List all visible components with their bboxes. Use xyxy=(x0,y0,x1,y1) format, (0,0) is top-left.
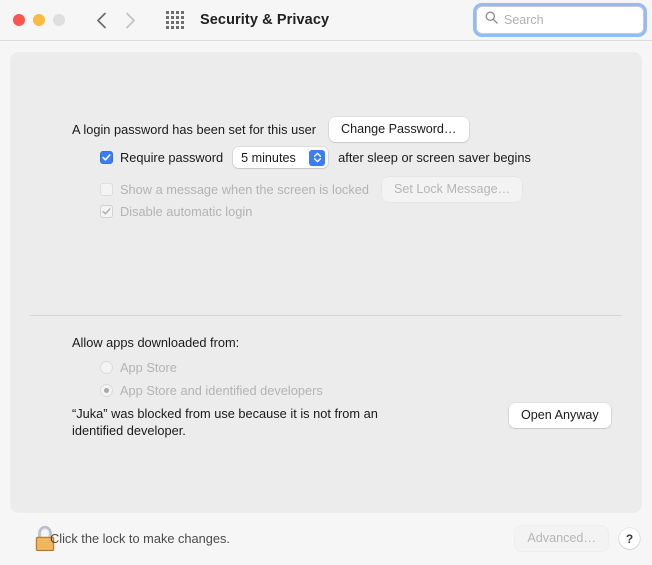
traffic-light-group xyxy=(13,14,65,26)
zoom-window-button xyxy=(53,14,65,26)
app-store-radio-label: App Store xyxy=(120,360,177,375)
require-password-delay-select[interactable]: 5 minutes xyxy=(233,147,328,168)
advanced-button: Advanced… xyxy=(515,526,608,551)
page-title: Security & Privacy xyxy=(200,12,329,28)
gatekeeper-option-app-store-row: App Store xyxy=(100,360,177,375)
login-password-row: A login password has been set for this u… xyxy=(72,117,469,142)
set-lock-message-button: Set Lock Message… xyxy=(382,177,522,202)
change-password-button[interactable]: Change Password… xyxy=(329,117,469,142)
require-password-checkbox[interactable] xyxy=(100,151,113,164)
blocked-app-message: “Juka” was blocked from use because it i… xyxy=(72,405,432,439)
chevron-up-down-icon xyxy=(309,150,325,166)
require-password-delay-value: 5 minutes xyxy=(241,151,307,165)
search-input[interactable] xyxy=(504,13,634,27)
login-password-label: A login password has been set for this u… xyxy=(72,122,316,137)
gatekeeper-option-identified-developers-row: App Store and identified developers xyxy=(100,383,323,398)
show-lock-message-label: Show a message when the screen is locked xyxy=(120,182,369,197)
app-store-radio xyxy=(100,361,113,374)
disable-auto-login-label: Disable automatic login xyxy=(120,204,252,219)
disable-auto-login-row: Disable automatic login xyxy=(100,204,252,219)
section-divider xyxy=(30,315,622,316)
require-password-label: Require password xyxy=(120,150,223,165)
close-window-button[interactable] xyxy=(13,14,25,26)
search-field[interactable] xyxy=(476,6,644,34)
require-password-suffix-label: after sleep or screen saver begins xyxy=(338,150,531,165)
general-settings-panel: A login password has been set for this u… xyxy=(11,53,641,512)
identified-developers-radio-label: App Store and identified developers xyxy=(120,383,323,398)
identified-developers-radio xyxy=(100,384,113,397)
radio-selected-dot xyxy=(104,388,109,393)
app-grid-icon[interactable] xyxy=(165,11,184,30)
open-anyway-row: Open Anyway xyxy=(509,403,611,428)
chevron-right-icon xyxy=(120,9,140,31)
require-password-row: Require password 5 minutes after sleep o… xyxy=(100,147,531,168)
chevron-left-icon[interactable] xyxy=(91,9,111,31)
gatekeeper-heading-row: Allow apps downloaded from: xyxy=(72,335,239,350)
minimize-window-button[interactable] xyxy=(33,14,45,26)
footer-actions: Advanced… ? xyxy=(515,526,640,551)
footer-bar: Click the lock to make changes. Advanced… xyxy=(0,512,652,565)
open-anyway-button[interactable]: Open Anyway xyxy=(509,403,611,428)
lock-hint-text: Click the lock to make changes. xyxy=(50,531,230,546)
window-titlebar: Security & Privacy xyxy=(0,0,652,41)
show-lock-message-checkbox xyxy=(100,183,113,196)
locked-padlock-icon[interactable] xyxy=(16,525,42,553)
disable-auto-login-checkbox xyxy=(100,205,113,218)
gatekeeper-heading: Allow apps downloaded from: xyxy=(72,335,239,350)
navigation-buttons xyxy=(91,9,140,31)
search-icon xyxy=(485,11,498,29)
show-lock-message-row: Show a message when the screen is locked… xyxy=(100,177,522,202)
help-button[interactable]: ? xyxy=(619,528,640,549)
